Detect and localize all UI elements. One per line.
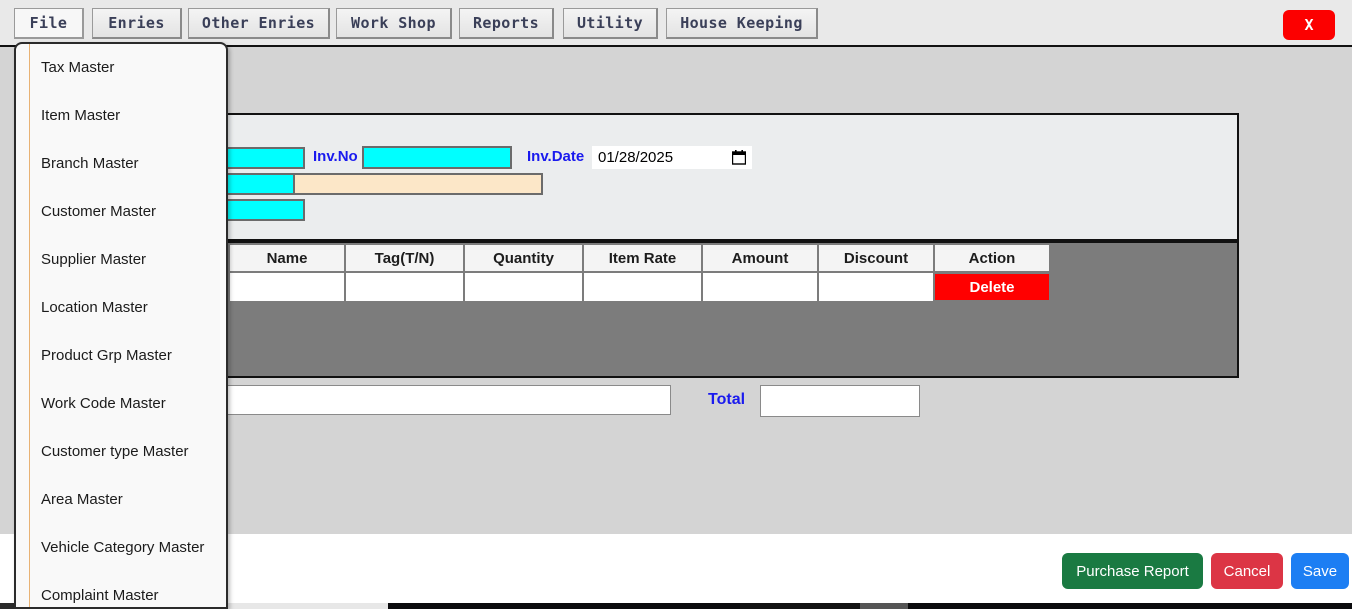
menu-button-house-keeping[interactable]: House Keeping (666, 8, 818, 39)
save-button[interactable]: Save (1291, 553, 1349, 589)
column-header-action: Action (935, 245, 1049, 271)
file-menu-dropdown: Tax Master Item Master Branch Master Custom… (14, 42, 228, 609)
column-header-quantity: Quantity (465, 245, 582, 271)
menu-button-file[interactable]: File (14, 8, 84, 39)
menu-item-product-grp-master[interactable]: Product Grp Master (16, 332, 226, 380)
narration-input[interactable] (190, 385, 671, 415)
inv-date-label: Inv.Date (527, 148, 585, 165)
cell-action: Delete (935, 273, 1049, 301)
menu-item-vehicle-category-master[interactable]: Vehicle Category Master (16, 524, 226, 572)
menu-item-item-master[interactable]: Item Master (16, 92, 226, 140)
inv-no-label: Inv.No (313, 148, 358, 165)
inv-date-input[interactable]: 01/28/2025 (592, 146, 752, 169)
cell-tag[interactable] (346, 273, 463, 301)
menu-item-location-master[interactable]: Location Master (16, 284, 226, 332)
menu-item-area-master[interactable]: Area Master (16, 476, 226, 524)
menu-item-tax-master[interactable]: Tax Master (16, 44, 226, 92)
menu-button-reports[interactable]: Reports (459, 8, 554, 39)
menu-button-utility[interactable]: Utility (563, 8, 658, 39)
column-header-amount: Amount (703, 245, 817, 271)
total-input[interactable] (760, 385, 920, 417)
column-header-discount: Discount (819, 245, 933, 271)
total-label: Total (708, 391, 746, 408)
taskbar-segment-5 (908, 603, 1352, 609)
column-header-item-rate: Item Rate (584, 245, 701, 271)
table-row: Delete (230, 273, 1049, 301)
calendar-icon[interactable] (732, 150, 746, 165)
close-window-button[interactable]: X (1283, 10, 1335, 40)
menu-button-other-enries[interactable]: Other Enries (188, 8, 330, 39)
menu-item-customer-type-master[interactable]: Customer type Master (16, 428, 226, 476)
menu-bar: File Enries Other Enries Work Shop Reports Ut… (0, 0, 1352, 47)
header-beige-input[interactable] (293, 173, 543, 195)
items-table-header-row: Name Tag(T/N) Quantity Item Rate Amount Disco… (230, 245, 1049, 271)
cell-amount[interactable] (703, 273, 817, 301)
taskbar-segment-3 (740, 603, 860, 609)
cell-name[interactable] (230, 273, 344, 301)
inv-date-value: 01/28/2025 (598, 149, 674, 166)
taskbar-segment-2 (388, 603, 740, 609)
menu-item-complaint-master[interactable]: Complaint Master (16, 572, 226, 607)
cell-discount[interactable] (819, 273, 933, 301)
purchase-report-button[interactable]: Purchase Report (1062, 553, 1203, 589)
invoice-header-panel: Inv.No Inv.Date 01/28/2025 (190, 113, 1239, 241)
cell-quantity[interactable] (465, 273, 582, 301)
taskbar-segment-4 (860, 603, 908, 609)
cell-item-rate[interactable] (584, 273, 701, 301)
menu-button-enries[interactable]: Enries (92, 8, 182, 39)
menu-button-work-shop[interactable]: Work Shop (336, 8, 452, 39)
cancel-button[interactable]: Cancel (1211, 553, 1283, 589)
column-header-tag-t-n: Tag(T/N) (346, 245, 463, 271)
inv-no-input[interactable] (362, 146, 512, 169)
items-table-container: Name Tag(T/N) Quantity Item Rate Amount Disco… (190, 241, 1239, 378)
menu-item-work-code-master[interactable]: Work Code Master (16, 380, 226, 428)
delete-row-button[interactable]: Delete (935, 274, 1049, 300)
items-table: Name Tag(T/N) Quantity Item Rate Amount Disco… (228, 243, 1051, 303)
menu-item-branch-master[interactable]: Branch Master (16, 140, 226, 188)
column-header-name: Name (230, 245, 344, 271)
menu-item-customer-master[interactable]: Customer Master (16, 188, 226, 236)
menu-item-supplier-master[interactable]: Supplier Master (16, 236, 226, 284)
